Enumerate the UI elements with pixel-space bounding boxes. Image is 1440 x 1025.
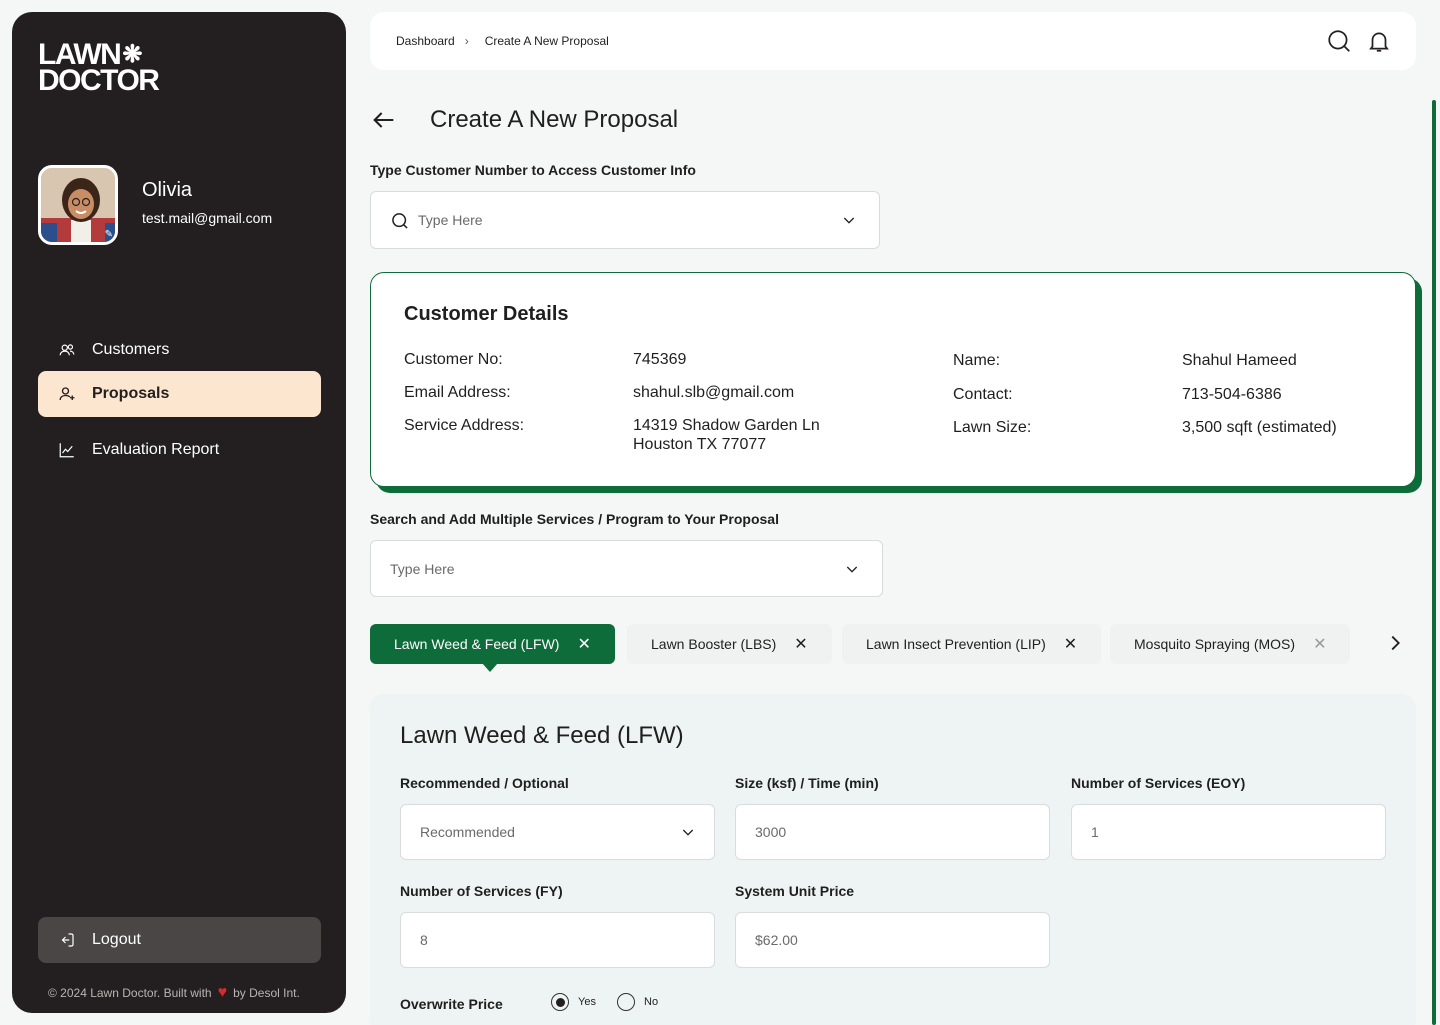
unit-price-input[interactable]: $62.00 bbox=[735, 912, 1050, 968]
size-time-value: 3000 bbox=[755, 824, 787, 840]
close-icon[interactable]: ✕ bbox=[1064, 634, 1077, 654]
tab-label: Lawn Insect Prevention (LIP) bbox=[866, 636, 1046, 652]
name-label: Name: bbox=[953, 352, 1001, 369]
radio-yes-label: Yes bbox=[578, 996, 596, 1008]
bell-icon[interactable] bbox=[1366, 28, 1392, 54]
sidebar-item-label: Customers bbox=[92, 341, 170, 358]
sidebar-item-evaluation-report[interactable]: Evaluation Report bbox=[38, 427, 321, 473]
tab-lawn-weed-feed[interactable]: Lawn Weed & Feed (LFW) ✕ bbox=[370, 624, 615, 672]
customer-search-label: Type Customer Number to Access Customer … bbox=[370, 162, 696, 178]
search-icon[interactable] bbox=[1326, 28, 1352, 54]
logo-line2: DOCTOR bbox=[38, 64, 160, 97]
chevron-right-icon: › bbox=[464, 34, 469, 48]
overwrite-yes-option[interactable]: Yes bbox=[551, 993, 596, 1011]
size-time-label: Size (ksf) / Time (min) bbox=[735, 775, 879, 791]
overwrite-price-label: Overwrite Price bbox=[400, 996, 503, 1012]
sidebar-item-customers[interactable]: Customers bbox=[38, 327, 321, 373]
services-eoy-value: 1 bbox=[1091, 824, 1099, 840]
breadcrumb-current: Create A New Proposal bbox=[484, 34, 609, 48]
chevron-down-icon[interactable] bbox=[841, 212, 857, 228]
sidebar-item-proposals[interactable]: Proposals bbox=[38, 371, 321, 417]
service-address-label: Service Address: bbox=[404, 417, 525, 434]
tab-label: Lawn Booster (LBS) bbox=[651, 636, 777, 652]
close-icon[interactable]: ✕ bbox=[794, 634, 807, 654]
scrollbar[interactable] bbox=[1432, 100, 1436, 1025]
heart-icon: ♥ bbox=[217, 984, 228, 1001]
user-plus-icon bbox=[59, 387, 75, 401]
chevron-down-icon[interactable] bbox=[844, 561, 860, 577]
close-icon[interactable]: ✕ bbox=[577, 634, 590, 654]
tab-label: Lawn Weed & Feed (LFW) bbox=[394, 636, 560, 652]
sidebar-item-label: Proposals bbox=[92, 385, 170, 402]
close-icon[interactable]: ✕ bbox=[1313, 634, 1326, 654]
email-value: shahul.slb@gmail.com bbox=[633, 384, 795, 401]
brand-logo[interactable]: LAWN❋ DOCTOR bbox=[38, 40, 188, 97]
footer-prefix: © 2024 Lawn Doctor. Built with bbox=[48, 986, 212, 1000]
service-search-input[interactable]: Type Here bbox=[370, 540, 883, 597]
logout-label: Logout bbox=[92, 931, 141, 948]
unit-price-value: $62.00 bbox=[755, 932, 798, 948]
chart-line-icon bbox=[59, 443, 74, 458]
tab-mosquito-spraying[interactable]: Mosquito Spraying (MOS) ✕ bbox=[1110, 624, 1351, 664]
service-search-label: Search and Add Multiple Services / Progr… bbox=[370, 511, 779, 527]
services-eoy-input[interactable]: 1 bbox=[1071, 804, 1386, 860]
customer-number-value: 745369 bbox=[633, 351, 687, 368]
tab-lawn-booster[interactable]: Lawn Booster (LBS) ✕ bbox=[627, 624, 832, 664]
service-address-line2: Houston TX 77077 bbox=[633, 436, 767, 453]
service-address-line1: 14319 Shadow Garden Ln bbox=[633, 417, 820, 434]
contact-value: 713-504-6386 bbox=[1182, 386, 1282, 403]
sidebar: LAWN❋ DOCTOR ✎ Olivia test.mail@gmail.co… bbox=[12, 12, 346, 1013]
service-panel-title: Lawn Weed & Feed (LFW) bbox=[400, 722, 684, 749]
pencil-icon[interactable]: ✎ bbox=[105, 229, 113, 240]
overwrite-no-option[interactable]: No bbox=[617, 993, 658, 1011]
avatar[interactable]: ✎ bbox=[38, 165, 118, 245]
name-value: Shahul Hameed bbox=[1182, 352, 1297, 369]
recommended-optional-value: Recommended bbox=[420, 824, 515, 840]
customer-search-placeholder: Type Here bbox=[418, 212, 483, 228]
service-panel: Lawn Weed & Feed (LFW) Recommended / Opt… bbox=[370, 694, 1416, 1025]
contact-label: Contact: bbox=[953, 386, 1013, 403]
radio-no[interactable] bbox=[617, 993, 635, 1011]
unit-price-label: System Unit Price bbox=[735, 883, 855, 899]
lawn-size-label: Lawn Size: bbox=[953, 419, 1032, 436]
tab-lawn-insect-prevention[interactable]: Lawn Insect Prevention (LIP) ✕ bbox=[842, 624, 1102, 664]
customer-details-title: Customer Details bbox=[404, 303, 569, 325]
recommended-optional-label: Recommended / Optional bbox=[400, 775, 569, 791]
services-eoy-label: Number of Services (EOY) bbox=[1071, 775, 1246, 791]
sidebar-item-label: Evaluation Report bbox=[92, 441, 220, 458]
user-name: Olivia bbox=[142, 179, 193, 201]
services-fy-value: 8 bbox=[420, 932, 428, 948]
size-time-input[interactable]: 3000 bbox=[735, 804, 1050, 860]
services-fy-label: Number of Services (FY) bbox=[400, 883, 563, 899]
services-fy-input[interactable]: 8 bbox=[400, 912, 715, 968]
customer-number-label: Customer No: bbox=[404, 351, 503, 368]
email-label: Email Address: bbox=[404, 384, 511, 401]
user-email: test.mail@gmail.com bbox=[142, 210, 273, 226]
customer-search-input[interactable]: Type Here bbox=[370, 191, 880, 249]
customer-details-card: Customer Details Customer No: 745369 Ema… bbox=[370, 272, 1416, 487]
arrow-left-icon[interactable] bbox=[370, 106, 398, 134]
page-title: Create A New Proposal bbox=[430, 106, 679, 133]
chevron-down-icon bbox=[682, 829, 694, 836]
top-bar: Dashboard › Create A New Proposal bbox=[370, 12, 1416, 70]
users-icon bbox=[59, 344, 75, 356]
radio-no-label: No bbox=[644, 996, 659, 1008]
lawn-size-value: 3,500 sqft (estimated) bbox=[1182, 419, 1337, 436]
tab-label: Mosquito Spraying (MOS) bbox=[1134, 636, 1296, 652]
search-icon bbox=[392, 213, 408, 229]
radio-yes[interactable] bbox=[551, 993, 569, 1011]
footer: © 2024 Lawn Doctor. Built with ♥ by Deso… bbox=[48, 984, 300, 1002]
breadcrumb-dashboard[interactable]: Dashboard bbox=[396, 34, 455, 48]
logout-button[interactable]: Logout bbox=[38, 917, 321, 963]
recommended-optional-select[interactable]: Recommended bbox=[400, 804, 715, 860]
service-search-placeholder: Type Here bbox=[390, 560, 455, 577]
logout-icon bbox=[61, 933, 74, 947]
footer-suffix: by Desol Int. bbox=[233, 986, 300, 1000]
chevron-right-icon[interactable] bbox=[1384, 632, 1406, 654]
